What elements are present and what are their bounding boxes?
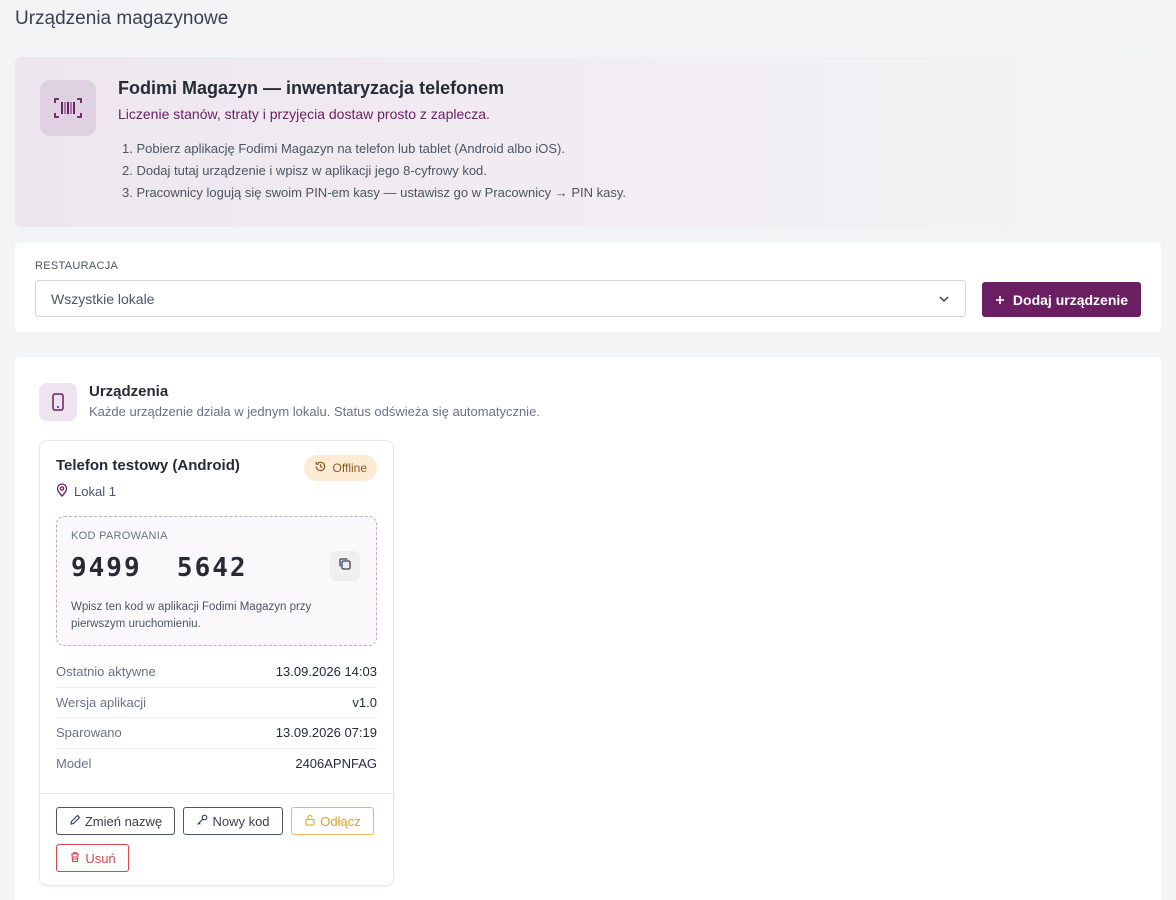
intro-title: Fodimi Magazyn — inwentaryzacja telefone… xyxy=(118,78,505,98)
device-name: Telefon testowy (Android) xyxy=(56,457,240,474)
info-value: v1.0 xyxy=(352,694,377,710)
add-device-button[interactable]: Dodaj urządzenie xyxy=(982,282,1141,317)
disconnect-button[interactable]: Odłącz xyxy=(291,807,374,835)
trash-icon xyxy=(69,851,81,866)
info-value: 13.09.2026 14:03 xyxy=(275,664,377,680)
copy-icon xyxy=(338,557,352,576)
plus-icon xyxy=(995,292,1005,308)
devices-section: Urządzenia Każde urządzenie działa w jed… xyxy=(15,357,1161,900)
info-row: Ostatnio aktywne 13.09.2026 14:03 xyxy=(56,657,377,688)
pairing-code-hint: Wpisz ten kod w aplikacji Fodimi Magazyn… xyxy=(71,601,312,630)
pencil-icon xyxy=(69,814,81,829)
status-badge: Offline xyxy=(303,455,377,481)
new-code-button[interactable]: Nowy kod xyxy=(183,807,283,835)
pairing-code: 9499 5642 xyxy=(71,553,248,583)
device-actions: Zmień nazwę Nowy kod Odłącz Usuń xyxy=(40,793,393,885)
smartphone-icon xyxy=(39,383,77,421)
devices-subtitle: Każde urządzenie działa w jednym lokalu.… xyxy=(89,404,540,419)
info-value: 2406APNFAG xyxy=(295,756,377,772)
device-info-table: Ostatnio aktywne 13.09.2026 14:03 Wersja… xyxy=(56,657,377,779)
restaurant-filter-card: RESTAURACJA Wszystkie lokale Dodaj urząd… xyxy=(15,243,1161,332)
info-value: 13.09.2026 07:19 xyxy=(275,725,377,741)
info-key: Wersja aplikacji xyxy=(56,694,147,710)
key-icon xyxy=(196,814,208,829)
rename-label: Zmień nazwę xyxy=(84,813,163,829)
delete-button[interactable]: Usuń xyxy=(56,844,129,872)
disconnect-label: Odłącz xyxy=(320,813,361,829)
intro-step: 1. Pobierz aplikację Fodimi Magazyn na t… xyxy=(122,141,565,156)
devices-title: Urządzenia xyxy=(89,383,169,400)
intro-steps: 1. Pobierz aplikację Fodimi Magazyn na t… xyxy=(122,140,626,206)
device-location-label: Lokal 1 xyxy=(74,484,116,499)
intro-banner: Fodimi Magazyn — inwentaryzacja telefone… xyxy=(15,57,1161,227)
history-icon xyxy=(314,460,327,476)
copy-code-button[interactable] xyxy=(330,551,360,581)
map-pin-icon xyxy=(56,483,68,500)
unlock-icon xyxy=(304,814,316,829)
rename-button[interactable]: Zmień nazwę xyxy=(56,807,175,835)
restaurant-select-value: Wszystkie lokale xyxy=(51,290,155,307)
info-row: Sparowano 13.09.2026 07:19 xyxy=(56,718,377,749)
device-card: Telefon testowy (Android) Offline Lokal … xyxy=(39,440,394,886)
info-row: Model 2406APNFAG xyxy=(56,749,377,780)
restaurant-filter-label: RESTAURACJA xyxy=(35,260,119,272)
delete-label: Usuń xyxy=(85,850,116,866)
pairing-code-box: KOD PAROWANIA 9499 5642 Wpisz ten kod w … xyxy=(56,516,377,646)
device-location: Lokal 1 xyxy=(56,483,116,500)
info-key: Ostatnio aktywne xyxy=(56,664,156,680)
status-label: Offline xyxy=(332,461,367,475)
new-code-label: Nowy kod xyxy=(212,813,270,829)
restaurant-select[interactable]: Wszystkie lokale xyxy=(35,280,966,317)
page-title: Urządzenia magazynowe xyxy=(15,8,229,29)
info-row: Wersja aplikacji v1.0 xyxy=(56,688,377,718)
intro-step: 3. Pracownicy logują się swoim PIN-em ka… xyxy=(122,185,627,200)
info-key: Sparowano xyxy=(56,725,122,741)
intro-step: 2. Dodaj tutaj urządzenie i wpisz w apli… xyxy=(122,163,487,178)
pairing-code-label: KOD PAROWANIA xyxy=(71,530,168,542)
intro-subtitle: Liczenie stanów, straty i przyjęcia dost… xyxy=(118,106,490,122)
barcode-scan-icon xyxy=(40,80,96,136)
info-key: Model xyxy=(56,756,92,772)
add-device-label: Dodaj urządzenie xyxy=(1012,291,1129,308)
chevron-down-icon xyxy=(938,292,950,308)
